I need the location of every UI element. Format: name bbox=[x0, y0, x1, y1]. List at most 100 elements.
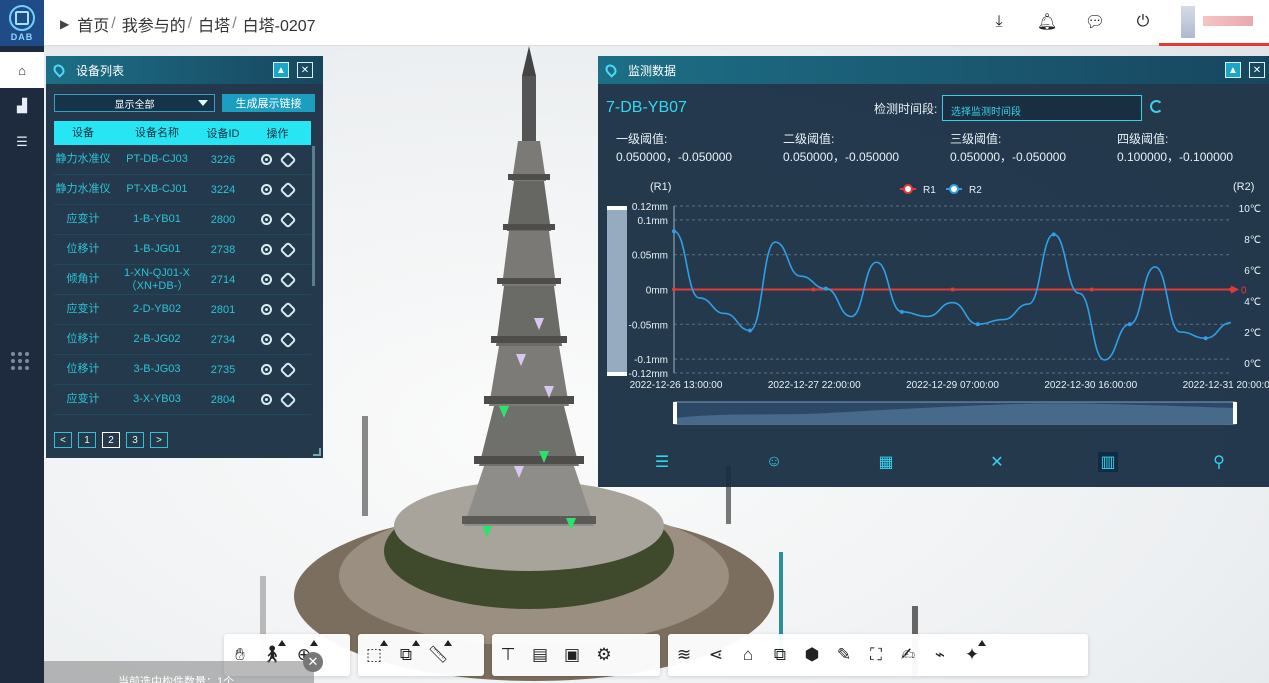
pagination: < 1 2 3 > bbox=[54, 432, 168, 448]
list-icon[interactable]: ☰ bbox=[0, 124, 44, 160]
effect-icon[interactable]: ✦ bbox=[956, 638, 988, 672]
link-icon[interactable] bbox=[279, 391, 297, 408]
locate-eye-icon[interactable] bbox=[261, 243, 272, 255]
link-icon[interactable] bbox=[279, 211, 297, 228]
locate-eye-icon[interactable] bbox=[261, 303, 272, 315]
monitor-icon[interactable]: ⌁ bbox=[924, 638, 956, 672]
table-row[interactable]: 应变计 3-X-YB03 2804 bbox=[54, 385, 311, 415]
page-1[interactable]: 1 bbox=[78, 432, 96, 448]
user-menu[interactable] bbox=[1159, 0, 1269, 46]
table-row[interactable]: 静力水准仪 PT-DB-CJ03 3226 bbox=[54, 145, 311, 175]
link-icon[interactable] bbox=[279, 151, 297, 168]
copy-icon[interactable]: ⧉ bbox=[764, 638, 796, 672]
properties-icon[interactable]: ▣ bbox=[556, 638, 588, 672]
box-icon[interactable]: ⬢ bbox=[796, 638, 828, 672]
table-row[interactable]: 位移计 3-B-JG03 2735 bbox=[54, 355, 311, 385]
legend-r2[interactable]: R2 bbox=[969, 185, 982, 196]
factory-icon[interactable]: ▟ bbox=[0, 88, 44, 124]
resize-handle[interactable] bbox=[313, 448, 321, 456]
generate-link-button[interactable]: 生成展示链接 bbox=[222, 94, 315, 112]
data-point[interactable] bbox=[950, 287, 955, 292]
share-icon[interactable]: ⋖ bbox=[700, 638, 732, 672]
server-icon[interactable]: ☰ bbox=[652, 452, 672, 472]
grid-dots-icon[interactable] bbox=[11, 352, 29, 370]
explode-icon[interactable]: ⧉ bbox=[390, 638, 422, 672]
prev-page-button[interactable]: < bbox=[54, 432, 72, 448]
scrollbar[interactable] bbox=[312, 146, 315, 286]
data-point[interactable] bbox=[672, 287, 676, 292]
y-zoom-slider[interactable] bbox=[607, 206, 627, 376]
breadcrumb-home[interactable]: 首页 bbox=[77, 12, 109, 36]
locate-eye-icon[interactable] bbox=[261, 213, 272, 225]
person-pin-icon[interactable]: ⚲ bbox=[1209, 452, 1229, 472]
locate-eye-icon[interactable] bbox=[261, 393, 272, 405]
tree-icon[interactable]: ⊤ bbox=[492, 638, 524, 672]
y-zoom-handle-bottom[interactable] bbox=[607, 372, 627, 376]
link-icon[interactable] bbox=[279, 181, 297, 198]
collapse-icon[interactable]: ▲ bbox=[273, 62, 289, 78]
chat-icon[interactable]: 💬︎ bbox=[1084, 10, 1106, 34]
time-range-input[interactable]: 选择监测时间段 bbox=[942, 95, 1142, 121]
table-row[interactable]: 应变计 1-B-YB01 2800 bbox=[54, 205, 311, 235]
paint-icon[interactable]: ✎ bbox=[828, 638, 860, 672]
people-icon[interactable]: ☺ bbox=[764, 452, 784, 472]
x-range-handle-left[interactable] bbox=[673, 402, 677, 424]
close-icon[interactable]: ✕ bbox=[303, 652, 323, 672]
series-line-r2[interactable] bbox=[673, 230, 1232, 361]
data-point[interactable] bbox=[899, 309, 904, 314]
power-icon[interactable]: ⏻ bbox=[1132, 10, 1154, 34]
app-logo[interactable]: DAB bbox=[0, 0, 44, 46]
data-point[interactable] bbox=[975, 322, 980, 327]
link-icon[interactable] bbox=[279, 301, 297, 318]
annotate-icon[interactable]: ✍ bbox=[892, 638, 924, 672]
link-icon[interactable] bbox=[279, 331, 297, 348]
data-point[interactable] bbox=[823, 286, 828, 291]
data-point[interactable] bbox=[1051, 232, 1056, 237]
breadcrumb-participated[interactable]: 我参与的 bbox=[122, 12, 186, 36]
locate-eye-icon[interactable] bbox=[261, 333, 272, 345]
table-row[interactable]: 静力水准仪 PT-XB-CJ01 3224 bbox=[54, 175, 311, 205]
x-range-handle-right[interactable] bbox=[1233, 402, 1237, 424]
link-icon[interactable] bbox=[279, 241, 297, 258]
measure-icon[interactable]: 📏︎ bbox=[422, 638, 454, 672]
section-box-icon[interactable]: ⬚ bbox=[358, 638, 390, 672]
chart-icon[interactable]: ▥ bbox=[1098, 452, 1118, 472]
locate-eye-icon[interactable] bbox=[261, 153, 272, 165]
bell-icon[interactable]: 🔔︎ bbox=[1036, 10, 1058, 34]
legend-r1[interactable]: R1 bbox=[923, 185, 936, 196]
page-2[interactable]: 2 bbox=[102, 432, 120, 448]
locate-eye-icon[interactable] bbox=[261, 273, 272, 285]
data-point[interactable] bbox=[1203, 336, 1208, 341]
data-point[interactable] bbox=[811, 287, 816, 292]
page-3[interactable]: 3 bbox=[126, 432, 144, 448]
collapse-icon[interactable]: ▲ bbox=[1225, 62, 1241, 78]
home-icon[interactable]: ⌂ bbox=[0, 52, 44, 88]
widgets-icon[interactable]: ▦ bbox=[876, 452, 896, 472]
fullscreen-icon[interactable]: ⛶ bbox=[860, 638, 892, 672]
breadcrumb-project[interactable]: 白塔 bbox=[198, 12, 230, 36]
y-zoom-handle-top[interactable] bbox=[607, 206, 627, 210]
table-row[interactable]: 倾角计 1-XN-QJ01-X（XN+DB-） 2714 bbox=[54, 265, 311, 295]
layers-icon[interactable]: ≋ bbox=[668, 638, 700, 672]
table-row[interactable]: 位移计 2-B-JG02 2734 bbox=[54, 325, 311, 355]
link-icon[interactable] bbox=[279, 271, 297, 288]
device-filter-select[interactable]: 显示全部 bbox=[54, 94, 215, 112]
data-point[interactable] bbox=[672, 229, 676, 234]
data-point[interactable] bbox=[1127, 322, 1132, 327]
refresh-icon[interactable] bbox=[1150, 100, 1163, 113]
close-icon[interactable]: ✕ bbox=[297, 62, 313, 78]
model-icon[interactable]: ⌂ bbox=[732, 638, 764, 672]
next-page-button[interactable]: > bbox=[150, 432, 168, 448]
download-icon[interactable]: ⤓ bbox=[988, 10, 1010, 34]
table-row[interactable]: 位移计 1-B-JG01 2738 bbox=[54, 235, 311, 265]
link-icon[interactable] bbox=[279, 361, 297, 378]
locate-eye-icon[interactable] bbox=[261, 183, 272, 195]
table-row[interactable]: 应变计 2-D-YB02 2801 bbox=[54, 295, 311, 325]
locate-eye-icon[interactable] bbox=[261, 363, 272, 375]
data-point[interactable] bbox=[747, 328, 752, 333]
tools-icon[interactable]: ✕ bbox=[987, 452, 1007, 472]
close-icon[interactable]: ✕ bbox=[1249, 62, 1265, 78]
doc-icon[interactable]: ▤ bbox=[524, 638, 556, 672]
gear-icon[interactable]: ⚙ bbox=[588, 638, 620, 672]
data-point[interactable] bbox=[1089, 287, 1094, 292]
